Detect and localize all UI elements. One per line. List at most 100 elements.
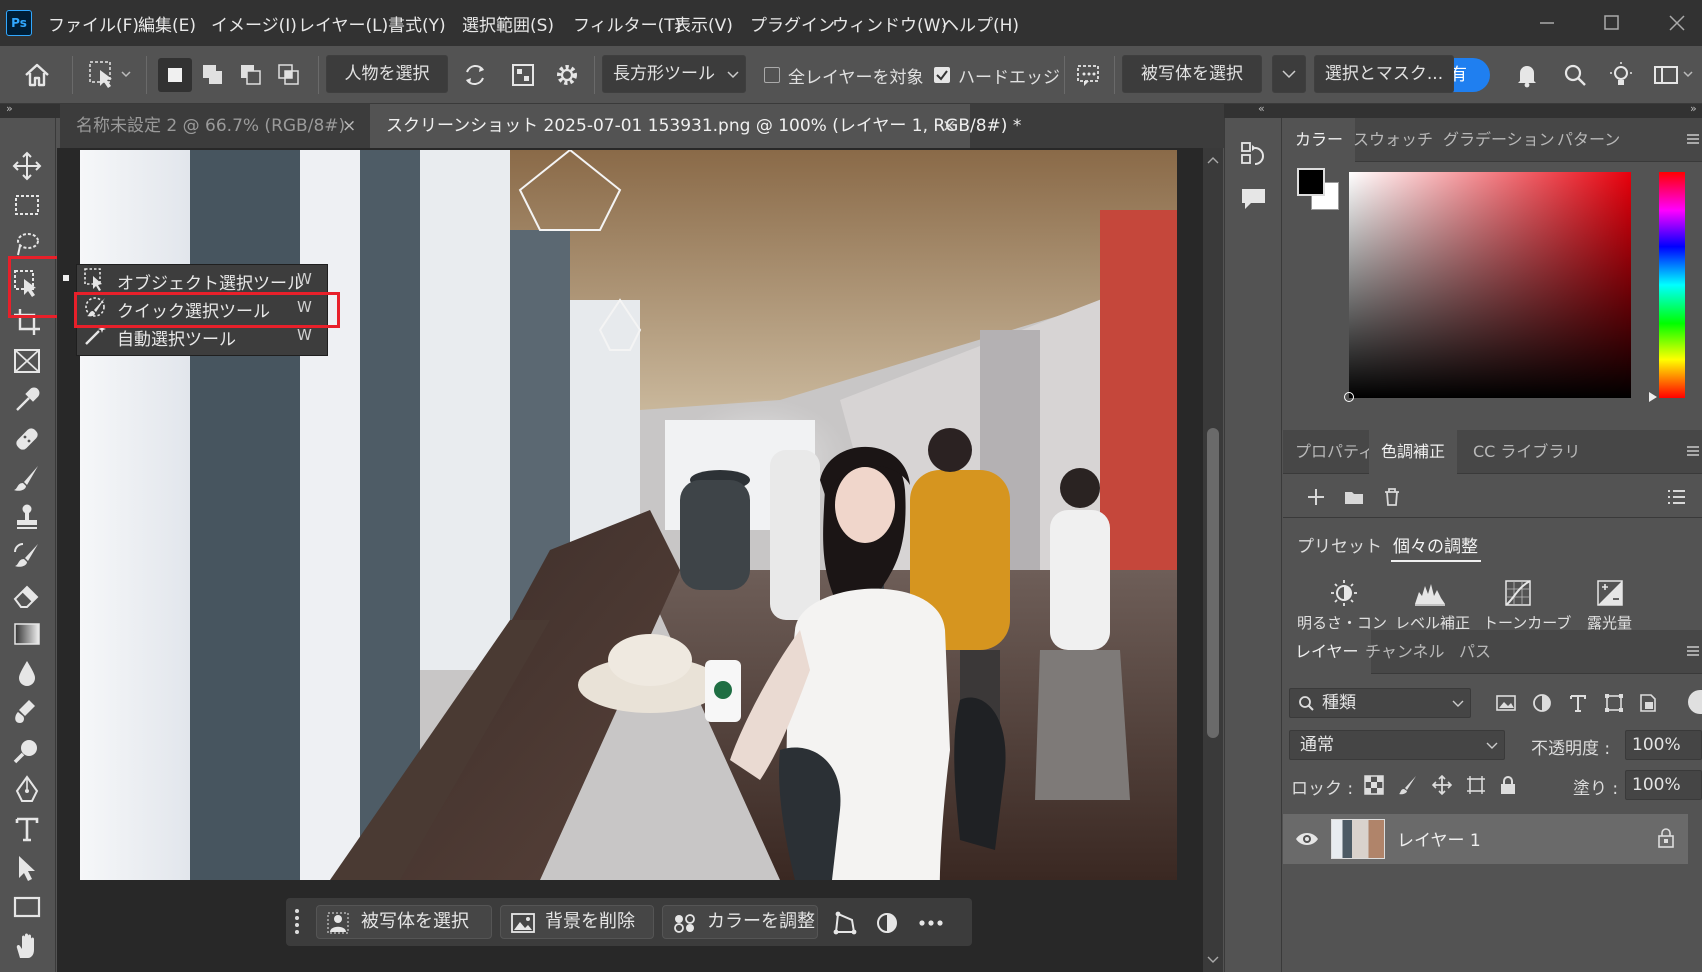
lock-pixels-icon[interactable] (1397, 774, 1419, 796)
mode-select[interactable]: 長方形ツール (602, 55, 746, 93)
menu-layer[interactable]: レイヤー(L) (298, 11, 388, 36)
pen-tool-icon[interactable] (11, 774, 43, 806)
select-person-button[interactable]: 人物を選択 (326, 55, 448, 93)
brightness-contrast-icon[interactable] (1329, 578, 1359, 608)
document-image[interactable] (80, 150, 1177, 880)
canvas-vertical-scrollbar[interactable] (1203, 148, 1223, 972)
filter-adjustment-icon[interactable] (1531, 692, 1553, 714)
rectangle-tool-icon[interactable] (11, 891, 43, 923)
collapse-mid-icon[interactable]: « (1258, 102, 1265, 115)
select-subject-button[interactable]: 被写体を選択 (1122, 55, 1262, 93)
exposure-icon[interactable] (1595, 578, 1625, 608)
refresh-icon[interactable] (460, 60, 490, 90)
remove-background-button[interactable]: 背景を削除 (500, 905, 654, 939)
scroll-down-icon[interactable] (1207, 956, 1219, 964)
photoshop-logo[interactable]: Ps (6, 10, 32, 36)
search-icon[interactable] (1560, 60, 1590, 90)
filter-shape-icon[interactable] (1603, 692, 1625, 714)
color-picker-handle[interactable] (1344, 392, 1354, 402)
lock-position-icon[interactable] (1431, 774, 1453, 796)
subtract-selection-icon[interactable] (234, 58, 268, 92)
maximize-icon[interactable] (1596, 8, 1626, 38)
drag-handle-icon[interactable] (294, 908, 300, 936)
menu-image[interactable]: イメージ(I) (211, 11, 297, 36)
history-panel-icon[interactable] (1239, 140, 1269, 170)
magnifier-tool-icon[interactable] (11, 735, 43, 767)
blur-tool-icon[interactable] (11, 657, 43, 689)
comment-icon[interactable] (1074, 60, 1104, 90)
tab-paths[interactable]: パス (1447, 630, 1503, 674)
new-selection-icon[interactable] (158, 58, 192, 92)
flyout-object-selection[interactable]: オブジェクト選択ツール W (63, 265, 327, 294)
tab-patterns[interactable]: パターン (1545, 118, 1632, 162)
brush-tool-icon[interactable] (11, 462, 43, 494)
hand-tool-icon[interactable] (11, 930, 43, 962)
close-icon[interactable]: × (342, 104, 356, 148)
fill-field[interactable]: 100% (1625, 770, 1702, 800)
close-window-icon[interactable] (1662, 8, 1692, 38)
intersect-selection-icon[interactable] (272, 58, 306, 92)
levels-icon[interactable] (1413, 578, 1447, 608)
path-selection-icon[interactable] (11, 852, 43, 884)
collapse-panels-icon[interactable]: » (1690, 102, 1697, 115)
curves-icon[interactable] (1503, 578, 1533, 608)
home-icon[interactable] (22, 60, 52, 90)
menu-filter[interactable]: フィルター(T) (573, 11, 681, 36)
opacity-field[interactable]: 100% (1625, 730, 1702, 760)
filter-pixel-icon[interactable] (1495, 692, 1517, 714)
hard-edge-checkbox[interactable] (934, 67, 950, 83)
expand-toolbar-icon[interactable]: » (6, 102, 13, 115)
subtab-individual-adjustments[interactable]: 個々の調整 (1393, 532, 1478, 557)
tab-untitled-2[interactable]: 名称未設定 2 @ 66.7% (RGB/8#) × (60, 104, 370, 148)
tab-adjustments[interactable]: 色調補正 (1369, 430, 1458, 474)
workspace-icon[interactable] (1652, 60, 1698, 90)
blend-mode-select[interactable]: 通常 (1289, 730, 1505, 760)
layer-filter-select[interactable]: 種類 (1289, 688, 1471, 718)
bell-icon[interactable] (1512, 60, 1542, 90)
lock-transparent-icon[interactable] (1363, 774, 1385, 796)
foreground-color-swatch[interactable] (1297, 168, 1325, 196)
select-subject-dropdown[interactable] (1272, 55, 1306, 93)
select-subject-task-button[interactable]: 被写体を選択 (316, 905, 492, 939)
scroll-thumb[interactable] (1207, 428, 1219, 738)
menu-window[interactable]: ウィンドウ(W) (832, 11, 947, 36)
menu-view[interactable]: 表示(V) (674, 11, 733, 36)
menu-help[interactable]: ヘルプ(H) (942, 11, 1019, 36)
all-layers-checkbox[interactable] (764, 67, 780, 83)
folder-icon[interactable] (1343, 486, 1365, 508)
clone-stamp-icon[interactable] (11, 501, 43, 533)
filter-smart-object-icon[interactable] (1637, 692, 1659, 714)
lock-all-icon[interactable] (1497, 774, 1519, 796)
tab-channels[interactable]: チャンネル (1353, 630, 1457, 674)
menu-type[interactable]: 書式(Y) (388, 11, 446, 36)
more-options-icon[interactable] (916, 910, 946, 936)
menu-file[interactable]: ファイル(F) (48, 11, 139, 36)
tool-preset-icon[interactable] (86, 58, 134, 90)
type-tool-icon[interactable] (11, 813, 43, 845)
layer-name[interactable]: レイヤー 1 (1397, 826, 1481, 851)
move-tool-icon[interactable] (11, 150, 43, 182)
panel-menu-icon[interactable] (1686, 444, 1700, 458)
layer-row[interactable]: レイヤー 1 (1283, 814, 1688, 864)
sample-all-icon[interactable] (508, 60, 538, 90)
subtab-presets[interactable]: プリセット (1297, 532, 1382, 557)
dodge-tool-icon[interactable] (11, 696, 43, 728)
comments-panel-icon[interactable] (1239, 184, 1269, 214)
filter-toggle[interactable] (1688, 690, 1702, 714)
hue-slider[interactable] (1649, 172, 1685, 402)
eye-icon[interactable] (1295, 830, 1319, 848)
mask-icon[interactable] (874, 910, 900, 936)
adjust-color-button[interactable]: カラーを調整 (662, 905, 818, 939)
add-selection-icon[interactable] (196, 58, 230, 92)
trash-icon[interactable] (1381, 486, 1403, 508)
healing-brush-icon[interactable] (11, 423, 43, 455)
marquee-tool-icon[interactable] (11, 189, 43, 221)
menu-select[interactable]: 選択範囲(S) (462, 11, 554, 36)
eyedropper-tool-icon[interactable] (11, 384, 43, 416)
eraser-tool-icon[interactable] (11, 579, 43, 611)
lock-artboard-icon[interactable] (1465, 774, 1487, 796)
scroll-up-icon[interactable] (1207, 156, 1219, 164)
panel-menu-icon[interactable] (1686, 132, 1700, 146)
close-icon[interactable]: × (942, 104, 956, 148)
lightbulb-icon[interactable] (1606, 60, 1636, 90)
